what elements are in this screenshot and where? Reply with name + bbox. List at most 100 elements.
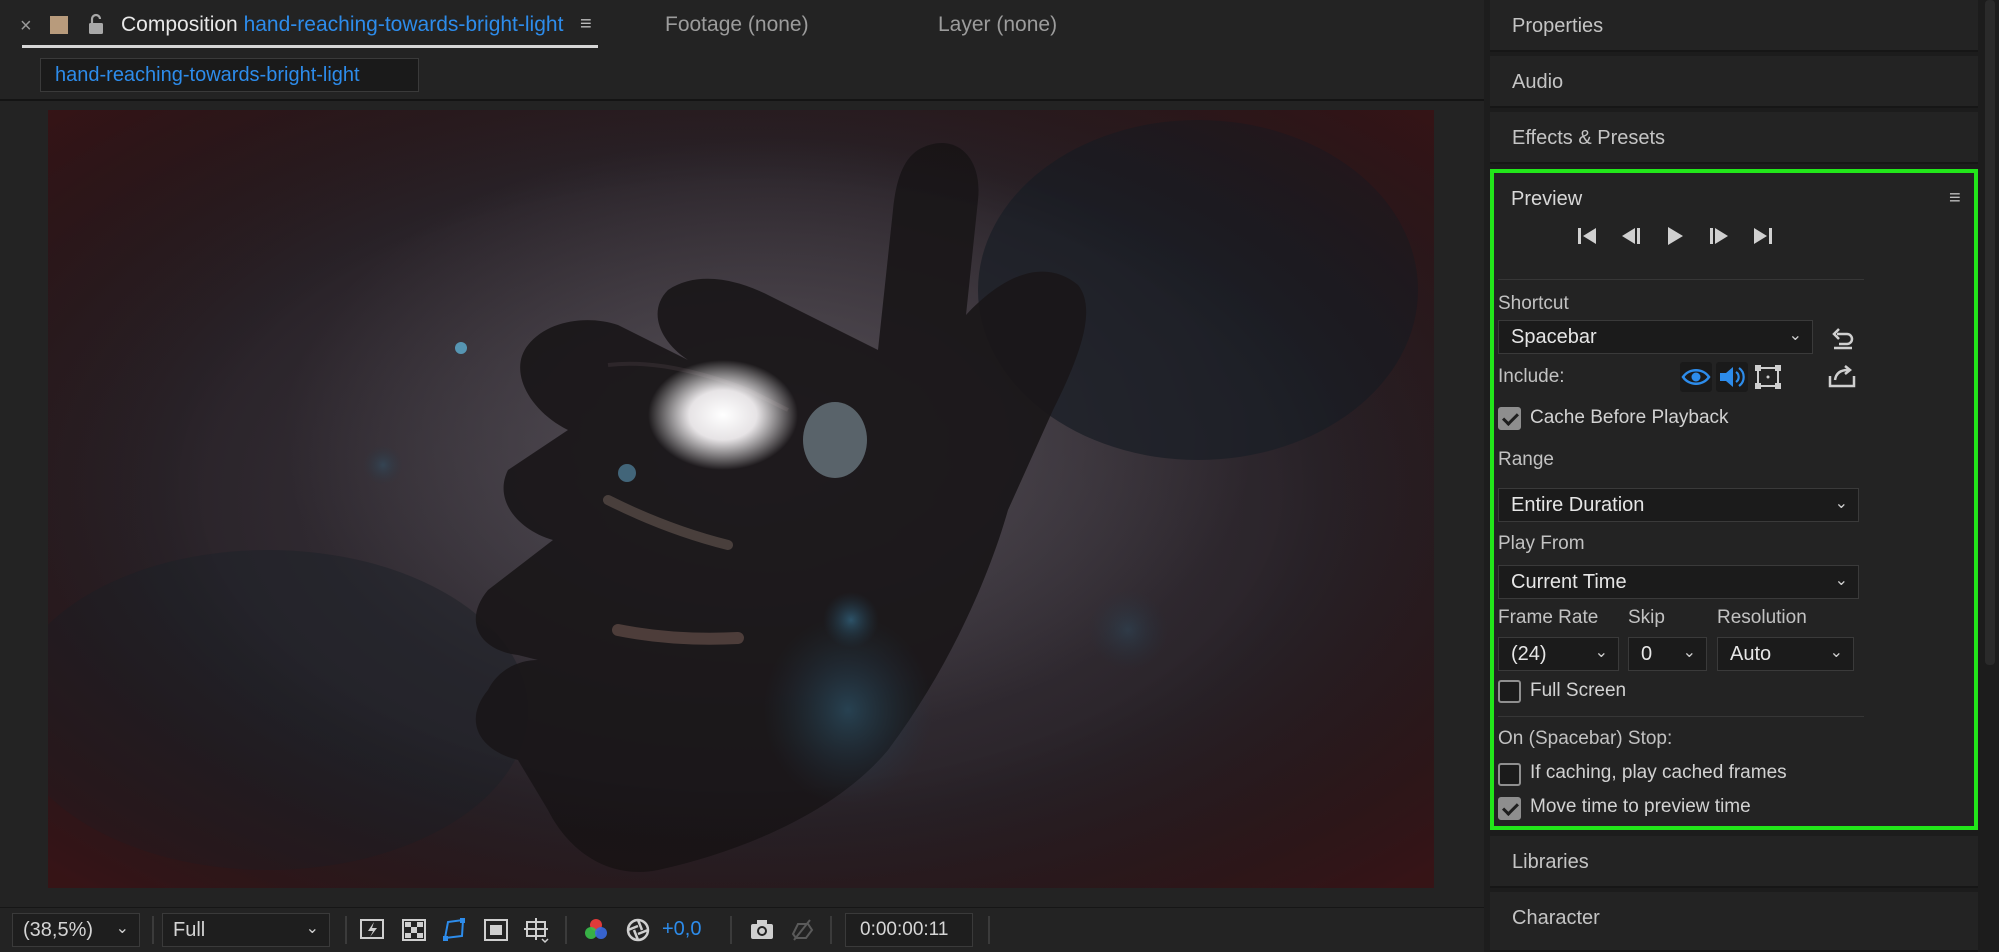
composition-panel: × Composition hand-reaching-towards-brig… [0, 0, 1484, 952]
tab-composition-name: hand-reaching-towards-bright-light [243, 13, 564, 36]
play-from-label: Play From [1498, 533, 1585, 554]
right-panel-stack: Properties Audio Effects & Presets Previ… [1490, 0, 1999, 952]
lock-icon[interactable] [86, 13, 106, 35]
libraries-panel-header[interactable]: Libraries [1490, 836, 1978, 888]
fast-preview-icon[interactable] [358, 916, 386, 944]
magnification-value: (38,5%) [23, 919, 94, 941]
libraries-panel-title: Libraries [1512, 851, 1589, 873]
audio-panel-header[interactable]: Audio [1490, 56, 1978, 108]
tab-composition[interactable]: Composition hand-reaching-towards-bright… [121, 13, 563, 37]
viewer-tab-bar: × Composition hand-reaching-towards-brig… [0, 0, 1484, 50]
snapshot-icon[interactable] [748, 916, 776, 944]
toolbar-separator [988, 916, 990, 944]
move-time-checkbox[interactable] [1498, 797, 1521, 820]
composition-navigator-chip[interactable]: hand-reaching-towards-bright-light [40, 58, 419, 92]
panel-menu-icon[interactable]: ≡ [580, 13, 592, 36]
skip-dropdown[interactable]: 0 ⌄ [1628, 637, 1707, 671]
transparency-grid-icon[interactable] [400, 916, 428, 944]
move-time-label: Move time to preview time [1530, 796, 1751, 817]
full-screen-label: Full Screen [1530, 680, 1627, 701]
resolution-dropdown[interactable]: Full ⌄ [162, 913, 330, 947]
character-panel-header[interactable]: Character [1490, 892, 1978, 952]
close-icon[interactable]: × [20, 15, 32, 38]
section-divider [1498, 279, 1864, 280]
cache-before-playback-label: Cache Before Playback [1530, 407, 1729, 428]
first-frame-icon[interactable] [1574, 223, 1600, 249]
effects-presets-panel-header[interactable]: Effects & Presets [1490, 112, 1978, 164]
frame-rate-label: Frame Rate [1498, 607, 1599, 628]
preview-panel-title: Preview [1511, 188, 1583, 210]
play-from-value: Current Time [1511, 571, 1627, 593]
preview-resolution-value: Auto [1730, 643, 1772, 665]
viewer-bottom-toolbar: (38,5%) ⌄ Full ⌄ +0,0 0:00:00:11 [0, 907, 1484, 952]
section-divider [1498, 716, 1864, 717]
active-tab-indicator [22, 45, 598, 48]
shortcut-label: Shortcut [1498, 293, 1569, 314]
toolbar-separator [730, 916, 732, 944]
rgb-channels-icon[interactable] [582, 916, 610, 944]
panel-menu-icon[interactable]: ≡ [1949, 187, 1961, 210]
cache-before-playback-checkbox[interactable] [1498, 407, 1521, 430]
chevron-down-icon: ⌄ [1594, 644, 1608, 661]
range-value: Entire Duration [1511, 494, 1645, 516]
panel-scrollbar[interactable] [1985, 0, 1995, 665]
play-icon[interactable] [1662, 223, 1688, 249]
shortcut-value: Spacebar [1511, 326, 1597, 348]
resolution-value: Full [173, 919, 206, 941]
preview-panel: Preview ≡ Shortcut Spacebar ⌄ Include: C… [1490, 169, 1978, 830]
tab-layer[interactable]: Layer (none) [938, 13, 1057, 37]
next-frame-icon[interactable] [1706, 223, 1732, 249]
mask-path-icon[interactable] [440, 916, 468, 944]
audio-panel-title: Audio [1512, 71, 1564, 93]
if-caching-label: If caching, play cached frames [1530, 762, 1787, 783]
chevron-down-icon: ⌄ [1829, 644, 1843, 661]
frame-rate-value: (24) [1511, 643, 1547, 665]
guides-icon[interactable] [522, 916, 550, 944]
full-screen-checkbox[interactable] [1498, 680, 1521, 703]
properties-panel-header[interactable]: Properties [1490, 0, 1978, 52]
composition-color-label[interactable] [50, 16, 68, 34]
footage-image [48, 110, 1434, 888]
overlays-icon[interactable] [1752, 362, 1784, 392]
last-frame-icon[interactable] [1750, 223, 1776, 249]
composition-frame[interactable] [48, 110, 1434, 888]
on-stop-label: On (Spacebar) Stop: [1498, 728, 1673, 749]
range-label: Range [1498, 449, 1554, 470]
composition-viewport[interactable] [0, 101, 1484, 907]
show-snapshot-icon[interactable] [788, 916, 816, 944]
exposure-value[interactable]: +0,0 [662, 918, 701, 952]
preview-resolution-dropdown[interactable]: Auto ⌄ [1717, 637, 1854, 671]
video-eye-icon[interactable] [1680, 362, 1712, 392]
if-caching-checkbox[interactable] [1498, 763, 1521, 786]
toolbar-separator [152, 916, 154, 944]
reset-shortcut-icon[interactable] [1830, 325, 1856, 351]
reset-exposure-icon[interactable] [624, 916, 652, 944]
skip-label: Skip [1628, 607, 1665, 628]
chevron-down-icon: ⌄ [1834, 495, 1848, 512]
chevron-down-icon: ⌄ [1682, 644, 1696, 661]
properties-panel-title: Properties [1512, 15, 1604, 37]
skip-value: 0 [1641, 643, 1653, 665]
chevron-down-icon: ⌄ [1788, 327, 1802, 344]
resolution-label: Resolution [1717, 607, 1807, 628]
character-panel-title: Character [1512, 907, 1600, 929]
frame-rate-dropdown[interactable]: (24) ⌄ [1498, 637, 1619, 671]
previous-frame-icon[interactable] [1618, 223, 1644, 249]
chevron-down-icon: ⌄ [1834, 572, 1848, 589]
shortcut-dropdown[interactable]: Spacebar ⌄ [1498, 320, 1813, 354]
tab-footage[interactable]: Footage (none) [665, 13, 809, 37]
region-of-interest-icon[interactable] [482, 916, 510, 944]
range-dropdown[interactable]: Entire Duration ⌄ [1498, 488, 1859, 522]
magnification-dropdown[interactable]: (38,5%) ⌄ [12, 913, 140, 947]
toolbar-separator [565, 916, 567, 944]
chevron-down-icon: ⌄ [115, 920, 129, 937]
toolbar-separator [345, 916, 347, 944]
tab-composition-prefix: Composition [121, 13, 238, 36]
effects-presets-panel-title: Effects & Presets [1512, 127, 1666, 149]
toolbar-separator [830, 916, 832, 944]
export-icon[interactable] [1826, 362, 1858, 392]
chevron-down-icon: ⌄ [305, 920, 319, 937]
current-time-display[interactable]: 0:00:00:11 [845, 913, 973, 947]
play-from-dropdown[interactable]: Current Time ⌄ [1498, 565, 1859, 599]
audio-speaker-icon[interactable] [1716, 362, 1748, 392]
